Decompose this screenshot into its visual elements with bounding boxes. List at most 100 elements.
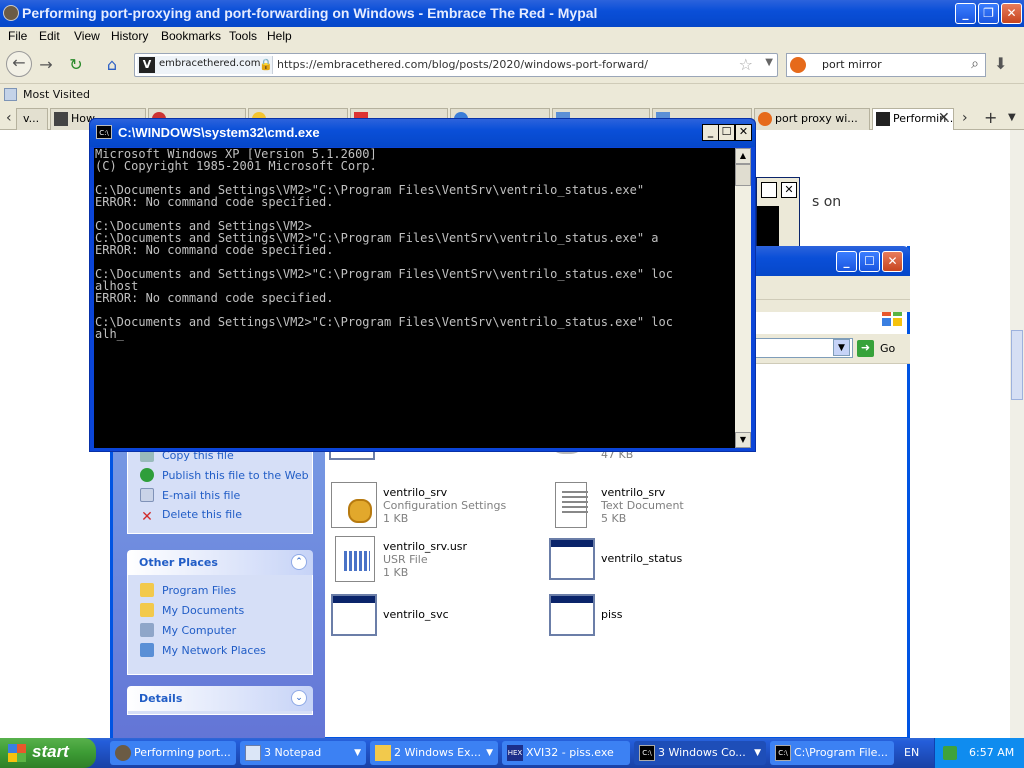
text-document-icon: [555, 482, 588, 528]
tray-app-icon[interactable]: [943, 746, 957, 760]
bookmark-most-visited[interactable]: Most Visited: [23, 88, 90, 101]
restore-button[interactable]: [761, 182, 777, 198]
bookmark-star-icon[interactable]: ☆: [739, 55, 753, 74]
place-program-files[interactable]: Program Files: [140, 583, 236, 597]
new-tab-icon[interactable]: +: [984, 108, 997, 127]
site-favicon-icon: V: [139, 57, 155, 73]
back-button[interactable]: ←: [6, 51, 32, 77]
close-button[interactable]: ✕: [781, 182, 797, 198]
menu-edit[interactable]: Edit: [39, 29, 60, 43]
tab-favicon-icon: [54, 112, 68, 126]
tab-1[interactable]: v...: [16, 108, 48, 130]
file-item-ventrilo-svc[interactable]: ventrilo_svc: [331, 594, 531, 642]
delete-x-icon: ✕: [141, 509, 153, 525]
file-size: 1 KB: [383, 566, 409, 579]
taskbar-button-label: Performing port...: [134, 746, 231, 759]
scrollbar-thumb[interactable]: [1011, 330, 1023, 400]
url-bar[interactable]: V embracethered.com 🔒 https://embracethe…: [134, 53, 778, 77]
minimize-button[interactable]: _: [702, 124, 719, 141]
tab-list-icon[interactable]: ▼: [1008, 112, 1016, 123]
menu-history[interactable]: History: [111, 29, 148, 43]
cmd-icon: C:\: [775, 745, 791, 761]
start-button[interactable]: start: [0, 738, 96, 768]
forward-button[interactable]: →: [34, 54, 58, 76]
taskbar-button-xvi32[interactable]: HEX XVI32 - piss.exe: [502, 741, 630, 765]
tab-close-icon[interactable]: ✕: [938, 110, 950, 126]
menu-help[interactable]: Help: [267, 29, 292, 43]
go-arrow-icon[interactable]: ➜: [857, 340, 874, 357]
menu-bookmarks[interactable]: Bookmarks: [161, 29, 221, 43]
file-item-piss[interactable]: piss: [549, 594, 749, 642]
minimize-button[interactable]: _: [955, 3, 976, 24]
close-button[interactable]: ✕: [882, 251, 903, 272]
taskbar-button-label: C:\Program File...: [794, 746, 888, 759]
tab-favicon-icon: [876, 112, 890, 126]
console-scrollbar[interactable]: ▲ ▼: [735, 148, 751, 448]
hex-editor-icon: HEX: [507, 745, 523, 761]
file-type: USR File: [383, 553, 428, 566]
place-my-documents[interactable]: My Documents: [140, 603, 244, 617]
taskbar-button-cmd-group[interactable]: C:\ 3 Windows Co... ▼: [634, 741, 766, 765]
cmd-app-icon: C:\: [96, 125, 112, 139]
details-panel: [127, 711, 313, 715]
downloads-icon[interactable]: ⬇: [994, 54, 1007, 73]
scroll-down-icon[interactable]: ▼: [735, 432, 751, 448]
task-label: E-mail this file: [162, 489, 241, 502]
console-output[interactable]: Microsoft Windows XP [Version 5.1.2600] …: [94, 148, 735, 448]
maximize-button[interactable]: ☐: [718, 124, 735, 141]
tab-9[interactable]: port proxy wi...: [754, 108, 870, 130]
search-input[interactable]: port mirror ⌕: [786, 53, 986, 77]
file-item-ventrilo-srv-usr[interactable]: ventrilo_srv.usr USR File 1 KB: [335, 536, 535, 584]
config-settings-icon: [331, 482, 377, 528]
maximize-button[interactable]: ☐: [859, 251, 880, 272]
file-item-ventrilo-status[interactable]: ventrilo_status: [549, 538, 749, 586]
page-scrollbar[interactable]: [1010, 130, 1024, 738]
close-button[interactable]: ✕: [1001, 3, 1022, 24]
home-button[interactable]: ⌂: [100, 54, 124, 76]
site-identity-button[interactable]: V embracethered.com 🔒: [137, 56, 273, 74]
search-engine-icon[interactable]: [790, 57, 806, 73]
menu-file[interactable]: File: [8, 29, 27, 43]
expand-chevron-icon[interactable]: ⌄: [291, 690, 307, 706]
clock[interactable]: 6:57 AM: [969, 746, 1014, 759]
place-label: My Computer: [162, 624, 237, 637]
group-arrow-icon: ▼: [354, 748, 361, 758]
taskbar-button-firefox[interactable]: Performing port...: [110, 741, 236, 765]
address-dropdown-icon[interactable]: ▼: [833, 339, 850, 356]
scroll-up-icon[interactable]: ▲: [735, 148, 751, 164]
menu-tools[interactable]: Tools: [229, 29, 257, 43]
collapse-chevron-icon[interactable]: ⌃: [291, 554, 307, 570]
url-dropdown-icon[interactable]: ▼: [765, 57, 773, 68]
cmd-title-bar: C:\ C:\WINDOWS\system32\cmd.exe _ ☐ ✕: [90, 119, 755, 147]
group-arrow-icon: ▼: [486, 748, 493, 758]
search-icon[interactable]: ⌕: [971, 56, 979, 72]
close-button[interactable]: ✕: [735, 124, 752, 141]
file-name: ventrilo_svc: [383, 608, 449, 621]
taskbar-button-explorer[interactable]: 2 Windows Ex... ▼: [370, 741, 498, 765]
restore-button[interactable]: ❐: [978, 3, 999, 24]
tab-favicon-icon: [758, 112, 772, 126]
other-places-header[interactable]: Other Places ⌃: [127, 550, 313, 575]
taskbar-button-notepad[interactable]: 3 Notepad ▼: [240, 741, 366, 765]
file-item-ventrilo-srv-ini[interactable]: ventrilo_srv Configuration Settings 1 KB: [331, 482, 531, 530]
task-delete-file[interactable]: ✕ Delete this file: [140, 508, 242, 524]
place-my-network[interactable]: My Network Places: [140, 643, 266, 657]
task-publish-web[interactable]: Publish this file to the Web: [140, 468, 309, 482]
taskbar-button-label: 3 Windows Co...: [658, 746, 746, 759]
place-my-computer[interactable]: My Computer: [140, 623, 236, 637]
language-indicator[interactable]: EN: [904, 746, 919, 759]
menu-view[interactable]: View: [74, 29, 100, 43]
usr-file-icon: [335, 536, 375, 582]
url-text: https://embracethered.com/blog/posts/202…: [277, 58, 648, 71]
reload-button[interactable]: ↻: [64, 54, 88, 76]
go-button[interactable]: Go: [880, 342, 895, 355]
tab-scroll-right-icon[interactable]: ›: [962, 110, 968, 126]
taskbar-button-program-files[interactable]: C:\ C:\Program File...: [770, 741, 894, 765]
scrollbar-thumb[interactable]: [735, 164, 751, 186]
file-item-ventrilo-srv-txt[interactable]: ventrilo_srv Text Document 5 KB: [555, 482, 755, 530]
task-email-file[interactable]: E-mail this file: [140, 488, 240, 502]
minimize-button[interactable]: _: [836, 251, 857, 272]
details-header[interactable]: Details ⌄: [127, 686, 313, 711]
file-type: Configuration Settings: [383, 499, 507, 512]
tab-scroll-left-icon[interactable]: ‹: [6, 110, 12, 126]
